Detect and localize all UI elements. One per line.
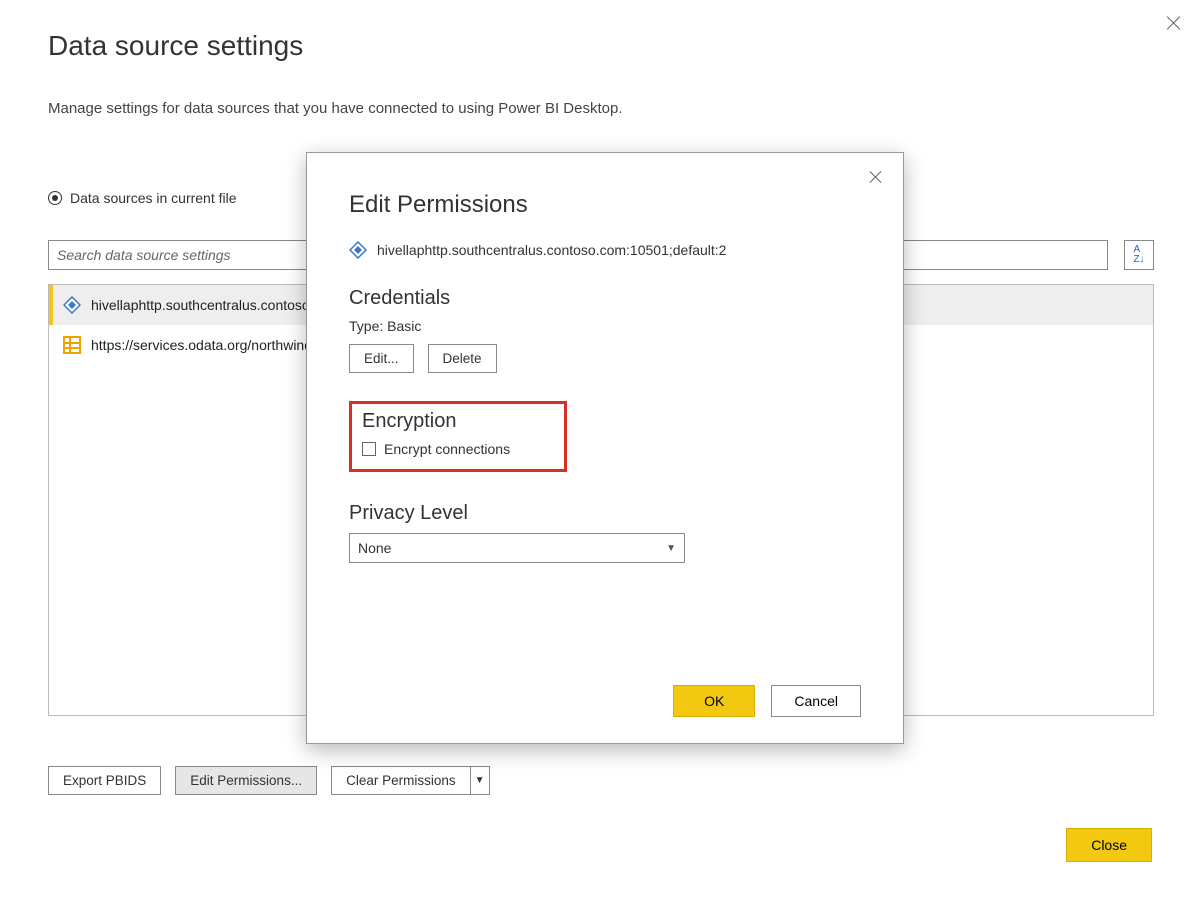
datasource-diamond-icon [349, 241, 367, 259]
credentials-heading: Credentials [349, 287, 861, 310]
sort-az-icon: AZ↓ [1133, 245, 1144, 265]
list-item-label: https://services.odata.org/northwind [91, 337, 312, 353]
radio-icon [48, 191, 62, 205]
encryption-heading: Encryption [362, 410, 554, 433]
privacy-level-value: None [358, 540, 391, 556]
dialog-title: Edit Permissions [349, 191, 861, 219]
page-title: Data source settings [48, 30, 303, 62]
clear-permissions-dropdown[interactable]: ▼ [470, 766, 490, 795]
dialog-source-name: hivellaphttp.southcentralus.contoso.com:… [377, 242, 726, 258]
datasource-diamond-icon [63, 296, 81, 314]
checkbox-icon [362, 442, 376, 456]
delete-credentials-button[interactable]: Delete [428, 344, 497, 373]
privacy-level-heading: Privacy Level [349, 502, 861, 525]
edit-credentials-button[interactable]: Edit... [349, 344, 414, 373]
datasource-odata-icon [63, 336, 81, 354]
edit-permissions-dialog: Edit Permissions hivellaphttp.southcentr… [306, 152, 904, 744]
dialog-close-icon[interactable] [867, 169, 885, 187]
scope-radio-label: Data sources in current file [70, 190, 237, 206]
scope-radio-current-file[interactable]: Data sources in current file [48, 190, 237, 206]
encrypt-connections-checkbox[interactable]: Encrypt connections [362, 441, 554, 457]
page-subtitle: Manage settings for data sources that yo… [48, 100, 623, 117]
encrypt-connections-label: Encrypt connections [384, 441, 510, 457]
chevron-down-icon: ▼ [666, 543, 676, 554]
encryption-section-highlight: Encryption Encrypt connections [349, 401, 567, 472]
close-button[interactable]: Close [1066, 828, 1152, 862]
privacy-level-select[interactable]: None ▼ [349, 533, 685, 563]
close-icon[interactable] [1164, 14, 1184, 34]
export-pbids-button[interactable]: Export PBIDS [48, 766, 161, 795]
credentials-type: Type: Basic [349, 318, 861, 334]
clear-permissions-button[interactable]: Clear Permissions [331, 766, 470, 795]
edit-permissions-button[interactable]: Edit Permissions... [175, 766, 317, 795]
ok-button[interactable]: OK [673, 685, 755, 717]
sort-button[interactable]: AZ↓ [1124, 240, 1154, 270]
cancel-button[interactable]: Cancel [771, 685, 861, 717]
